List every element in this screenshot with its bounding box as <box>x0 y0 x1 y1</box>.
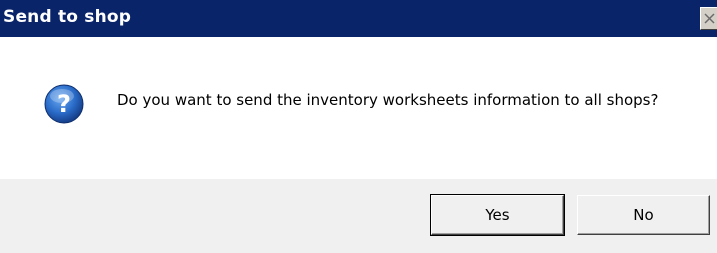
button-bar: Yes No <box>0 179 717 253</box>
yes-button[interactable]: Yes <box>430 194 565 236</box>
close-icon <box>703 13 715 24</box>
no-button[interactable]: No <box>577 195 710 235</box>
close-button[interactable] <box>700 7 717 30</box>
dialog-content: ? Do you want to send the inventory work… <box>0 37 717 179</box>
dialog-window: Send to shop ? Do you want to send the i… <box>0 0 717 253</box>
title-bar[interactable]: Send to shop <box>0 0 717 37</box>
dialog-message: Do you want to send the inventory worksh… <box>117 91 659 109</box>
window-title: Send to shop <box>3 7 132 27</box>
question-icon: ? <box>44 84 84 124</box>
svg-text:?: ? <box>57 90 71 118</box>
